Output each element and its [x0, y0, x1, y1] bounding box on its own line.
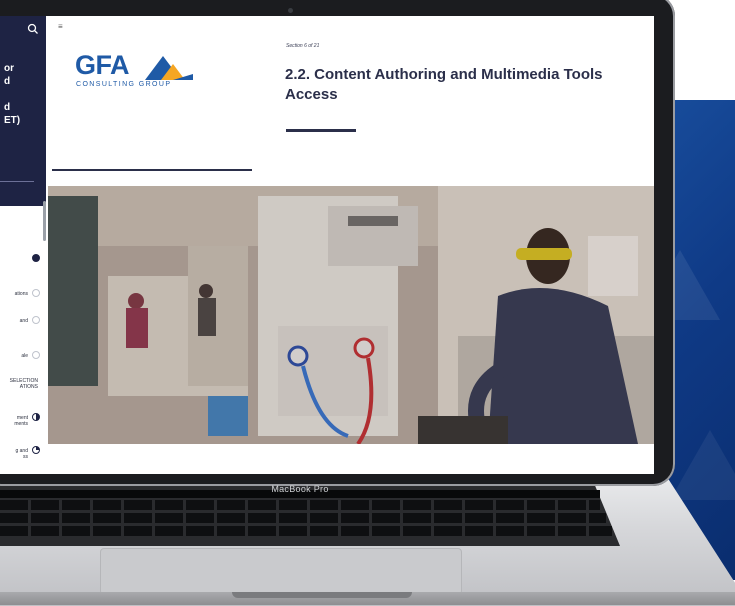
search-icon[interactable]	[26, 22, 40, 36]
sidebar-item[interactable]: and	[0, 316, 42, 340]
course-sidebar: or d d ET) ations and ale SELECTION ATIO…	[0, 16, 46, 474]
laptop: MacBook Pro or d d ET) ations and ale SE…	[0, 0, 735, 606]
sidebar-section-heading: SELECTION ATIONS	[0, 378, 42, 400]
logo-wordmark: GFA	[75, 50, 130, 80]
screen: or d d ET) ations and ale SELECTION ATIO…	[0, 16, 654, 474]
status-in-progress-icon	[32, 413, 40, 421]
status-in-progress-icon	[32, 446, 40, 454]
key-row	[0, 500, 600, 510]
sidebar-scrollbar[interactable]	[43, 201, 46, 241]
course-title: or d d ET)	[4, 63, 21, 126]
sidebar-item[interactable]: ations	[0, 289, 42, 313]
sidebar-section-label: SELECTION ATIONS	[9, 378, 38, 390]
sidebar-item-label: and	[19, 318, 28, 324]
sidebar-item-label: ale	[21, 353, 28, 359]
sidebar-header: or d d ET)	[0, 16, 46, 206]
status-empty-icon	[32, 351, 40, 359]
logo-tagline: CONSULTING GROUP	[76, 81, 172, 88]
status-complete-icon	[32, 254, 40, 262]
sidebar-item[interactable]: ale	[0, 351, 42, 375]
sidebar-item[interactable]	[0, 254, 42, 278]
sidebar-divider	[0, 181, 34, 182]
menu-toggle-icon[interactable]: ≡	[58, 22, 63, 31]
sidebar-item-label: ations	[14, 291, 28, 297]
logo-mark-icon	[145, 56, 193, 80]
section-counter: Section 6 of 21	[286, 43, 320, 49]
key-row	[0, 513, 606, 523]
sidebar-item[interactable]: g and ss	[0, 446, 42, 470]
status-empty-icon	[32, 289, 40, 297]
sidebar-item-label: g and ss	[15, 448, 28, 460]
key-row	[0, 526, 612, 536]
camera-icon	[288, 8, 293, 13]
hero-photo-illustration	[48, 186, 654, 444]
gfa-logo: GFA CONSULTING GROUP	[75, 50, 205, 106]
page-title: 2.2. Content Authoring and Multimedia To…	[285, 66, 603, 103]
sidebar-item-label: ment ments	[14, 415, 28, 427]
trackpad	[100, 548, 462, 595]
device-label: MacBook Pro	[271, 484, 329, 494]
header-underline	[52, 169, 252, 171]
sidebar-item[interactable]: ment ments	[0, 413, 42, 437]
title-underline	[286, 129, 356, 132]
status-empty-icon	[32, 316, 40, 324]
hero-image	[48, 186, 654, 444]
lid-notch	[232, 592, 412, 598]
